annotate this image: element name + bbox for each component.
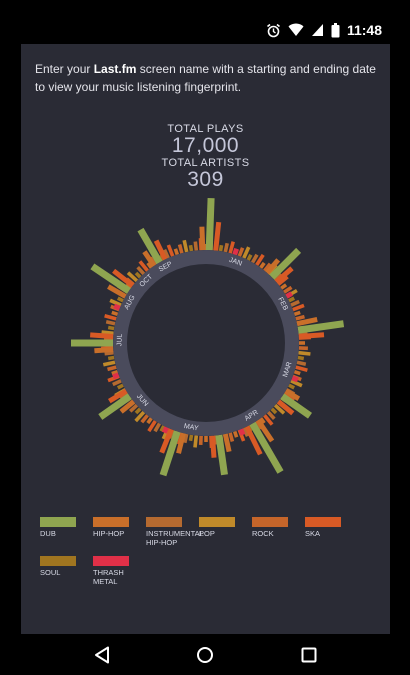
genre-bar	[105, 320, 116, 326]
genre-bar	[250, 253, 259, 264]
genre-bar	[228, 241, 235, 254]
genre-bar	[153, 422, 162, 433]
genre-bar	[102, 360, 116, 367]
listening-fingerprint-chart: JANFEBMARAPRMAYJUNJULAUGSEPOCT	[71, 197, 345, 477]
genre-bar	[182, 239, 189, 253]
genre-bar	[232, 430, 239, 438]
thrash-metal-marker	[161, 426, 169, 434]
genre-bar	[173, 248, 180, 256]
genre-bar	[298, 350, 311, 356]
genre-spike	[298, 332, 325, 339]
status-bar: 11:48	[21, 19, 390, 44]
genre-bar	[242, 246, 251, 259]
genre-spike	[296, 316, 318, 327]
genre-bar	[218, 244, 224, 252]
home-icon	[197, 647, 213, 663]
genre-spike	[213, 221, 222, 251]
thrash-metal-marker	[113, 303, 121, 311]
genre-spike	[94, 347, 114, 354]
genre-bar	[193, 435, 199, 448]
genre-bar	[237, 247, 245, 257]
genre-bar	[295, 365, 308, 372]
back-icon	[95, 646, 109, 664]
genre-bar	[166, 244, 175, 257]
genre-bar	[295, 314, 305, 321]
genre-bar	[193, 241, 199, 251]
genre-bar	[140, 414, 149, 424]
genre-spike	[90, 332, 114, 339]
genre-bar	[177, 244, 184, 254]
genre-bar	[293, 310, 301, 317]
dub-spike	[205, 197, 215, 251]
back-button[interactable]	[89, 642, 115, 668]
genre-bar	[116, 383, 124, 390]
genre-bar	[188, 244, 194, 252]
genre-bar	[101, 330, 114, 336]
status-time: 11:48	[346, 22, 382, 38]
genre-bar	[107, 325, 115, 331]
genre-spike	[199, 226, 206, 251]
genre-bar	[228, 432, 235, 442]
genre-bar	[288, 296, 296, 303]
recents-button[interactable]	[296, 642, 322, 668]
home-button[interactable]	[192, 642, 218, 668]
genre-bar	[107, 355, 115, 361]
genre-bar	[288, 383, 296, 390]
thrash-metal-marker	[238, 428, 246, 436]
navigation-bar	[21, 634, 390, 675]
genre-spike	[210, 435, 217, 458]
genre-bar	[259, 261, 266, 269]
genre-bar	[293, 369, 301, 376]
genre-bar	[223, 242, 229, 253]
genre-bar	[280, 283, 288, 290]
genre-bar	[111, 310, 119, 317]
genre-bar	[134, 407, 142, 415]
genre-bar	[270, 407, 278, 415]
dub-spike	[297, 320, 345, 334]
genre-bar	[104, 350, 114, 356]
wifi-icon	[288, 23, 304, 36]
status-icons: 11:48	[266, 22, 382, 38]
genre-bar	[134, 271, 142, 279]
thrash-metal-marker	[112, 372, 120, 380]
month-label-jul: JUL	[116, 334, 123, 347]
genre-bar	[292, 303, 305, 312]
genre-bar	[107, 365, 117, 372]
genre-bar	[112, 379, 122, 387]
thrash-metal-marker	[232, 248, 239, 256]
genre-bar	[188, 434, 194, 442]
genre-bar	[296, 360, 307, 366]
phone-frame: 11:48 Enter your Last.fm screen name wit…	[0, 0, 410, 675]
genre-bar	[297, 355, 305, 361]
genre-bar	[146, 417, 153, 425]
genre-bar	[290, 299, 300, 307]
alarm-icon	[266, 23, 280, 37]
genre-bar	[116, 296, 124, 303]
app-screen: Enter your Last.fm screen name with a st…	[21, 44, 390, 634]
battery-icon	[331, 22, 340, 37]
signal-icon	[311, 24, 323, 36]
dub-spike	[215, 434, 228, 476]
genre-bar	[266, 410, 276, 421]
recents-icon	[301, 647, 317, 663]
thrash-metal-marker	[291, 375, 299, 383]
genre-spike	[222, 433, 232, 453]
genre-bar	[136, 265, 146, 276]
genre-bar	[246, 253, 253, 261]
genre-bar	[104, 314, 117, 321]
thrash-metal-marker	[285, 291, 293, 299]
